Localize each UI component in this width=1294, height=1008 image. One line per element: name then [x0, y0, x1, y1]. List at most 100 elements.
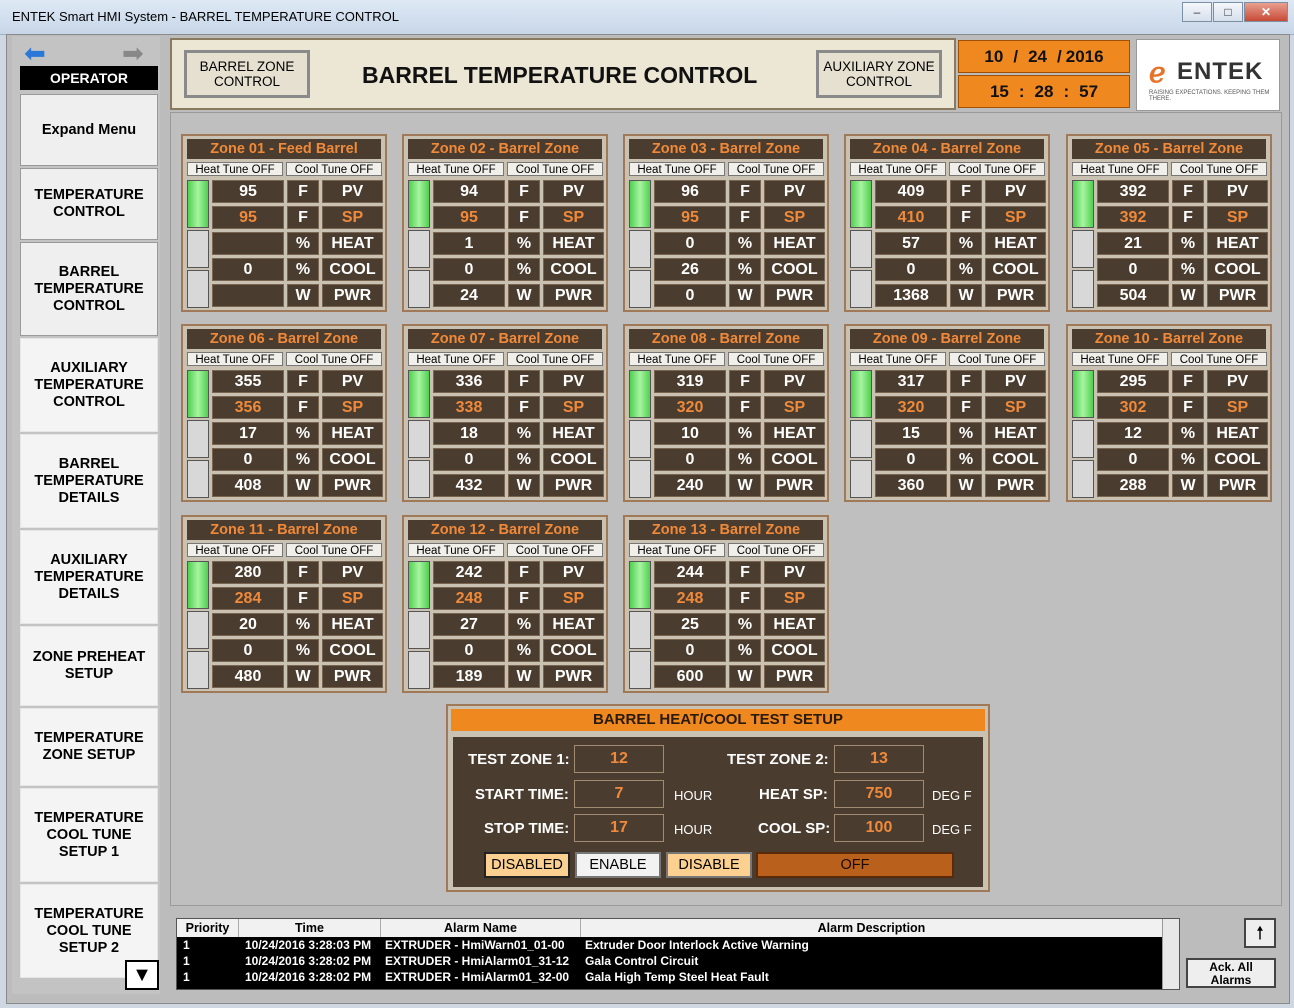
zone-pwr-unit: W [1172, 474, 1204, 497]
sidebar-item-expand-menu[interactable]: Expand Menu [20, 94, 158, 166]
zone-pv-unit: F [1172, 370, 1204, 393]
zone-panel[interactable]: Zone 01 - Feed Barrel Heat Tune OFF Cool T… [181, 134, 387, 312]
zone-pv-label: PV [985, 370, 1046, 393]
cool-tune-status[interactable]: Cool Tune OFF [507, 162, 603, 176]
sidebar-item-barrel-temperature-details[interactable]: BARREL TEMPERATURE DETAILS [20, 434, 158, 528]
back-arrow-icon[interactable]: ⬅ [24, 38, 46, 69]
heat-tune-status[interactable]: Heat Tune OFF [1072, 352, 1168, 366]
zone-pv-label: PV [543, 561, 604, 584]
test-zone-2-input[interactable]: 13 [834, 745, 924, 773]
zone-sp-value[interactable]: 302 [1097, 396, 1169, 419]
cool-sp-input[interactable]: 100 [834, 814, 924, 842]
zone-sp-value[interactable]: 410 [875, 206, 947, 229]
zone-panel[interactable]: Zone 05 - Barrel Zone Heat Tune OFF Cool T… [1066, 134, 1272, 312]
zone-sp-value[interactable]: 248 [654, 587, 726, 610]
sidebar-item-auxiliary-temperature-details[interactable]: AUXILIARY TEMPERATURE DETAILS [20, 530, 158, 624]
zone-sp-value[interactable]: 248 [433, 587, 505, 610]
zone-pv-label: PV [1207, 370, 1268, 393]
cool-tune-status[interactable]: Cool Tune OFF [507, 543, 603, 557]
heat-tune-status[interactable]: Heat Tune OFF [187, 543, 283, 557]
cool-tune-status[interactable]: Cool Tune OFF [949, 162, 1045, 176]
alarm-col-name[interactable]: Alarm Name [381, 919, 581, 937]
zone-panel[interactable]: Zone 12 - Barrel Zone Heat Tune OFF Cool T… [402, 515, 608, 693]
zone-panel[interactable]: Zone 03 - Barrel Zone Heat Tune OFF Cool T… [623, 134, 829, 312]
minimize-button[interactable]: – [1182, 2, 1212, 22]
heat-tune-status[interactable]: Heat Tune OFF [187, 162, 283, 176]
sidebar-item-temperature-zone-setup[interactable]: TEMPERATURE ZONE SETUP [20, 708, 158, 786]
zone-power-indicator [187, 270, 209, 308]
heat-tune-status[interactable]: Heat Tune OFF [408, 162, 504, 176]
auxiliary-zone-control-button[interactable]: AUXILIARY ZONE CONTROL [816, 50, 942, 98]
zone-sp-value[interactable]: 356 [212, 396, 284, 419]
zone-pv-label: PV [764, 180, 825, 203]
disable-button[interactable]: DISABLE [666, 852, 752, 878]
zone-sp-value[interactable]: 95 [433, 206, 505, 229]
cool-tune-status[interactable]: Cool Tune OFF [949, 352, 1045, 366]
zone-panel[interactable]: Zone 06 - Barrel Zone Heat Tune OFF Cool T… [181, 324, 387, 502]
sidebar-item-temperature-control[interactable]: TEMPERATURE CONTROL [20, 168, 158, 240]
sidebar-item-cool-tune-setup-1[interactable]: TEMPERATURE COOL TUNE SETUP 1 [20, 788, 158, 882]
cool-tune-status[interactable]: Cool Tune OFF [286, 352, 382, 366]
sidebar-scroll-down-icon[interactable]: ▼ [125, 960, 159, 990]
cool-tune-status[interactable]: Cool Tune OFF [1171, 352, 1267, 366]
zone-sp-label: SP [764, 206, 825, 229]
zone-power-indicator [408, 460, 430, 498]
alarm-scrollbar[interactable] [1162, 919, 1179, 989]
test-zone-1-input[interactable]: 12 [574, 745, 664, 773]
zone-sp-value[interactable]: 284 [212, 587, 284, 610]
alarm-col-time[interactable]: Time [239, 919, 381, 937]
alarm-row[interactable]: 1 10/24/2016 3:28:02 PM EXTRUDER - HmiAl… [177, 970, 1162, 986]
alarm-col-description[interactable]: Alarm Description [581, 919, 1163, 937]
heat-tune-status[interactable]: Heat Tune OFF [850, 352, 946, 366]
stop-time-input[interactable]: 17 [574, 814, 664, 842]
zone-sp-value[interactable]: 392 [1097, 206, 1169, 229]
cool-tune-status[interactable]: Cool Tune OFF [286, 543, 382, 557]
forward-arrow-icon[interactable]: ➡ [122, 38, 144, 69]
cool-tune-status[interactable]: Cool Tune OFF [1171, 162, 1267, 176]
zone-cool-unit: % [508, 639, 540, 662]
heat-sp-input[interactable]: 750 [834, 780, 924, 808]
heat-tune-status[interactable]: Heat Tune OFF [408, 352, 504, 366]
zone-panel[interactable]: Zone 07 - Barrel Zone Heat Tune OFF Cool T… [402, 324, 608, 502]
sidebar-item-barrel-temperature-control[interactable]: BARREL TEMPERATURE CONTROL [20, 242, 158, 336]
heat-tune-status[interactable]: Heat Tune OFF [850, 162, 946, 176]
ack-all-alarms-button[interactable]: Ack. All Alarms [1186, 958, 1276, 988]
zone-sp-value[interactable]: 320 [654, 396, 726, 419]
alarm-row[interactable]: 1 10/24/2016 3:28:02 PM EXTRUDER - HmiAl… [177, 954, 1162, 970]
start-time-input[interactable]: 7 [574, 780, 664, 808]
zone-sp-value[interactable]: 338 [433, 396, 505, 419]
heat-tune-status[interactable]: Heat Tune OFF [187, 352, 283, 366]
cool-tune-status[interactable]: Cool Tune OFF [286, 162, 382, 176]
scroll-top-arrow-icon[interactable]: 🠕 [1244, 918, 1276, 948]
zone-panel[interactable]: Zone 11 - Barrel Zone Heat Tune OFF Cool T… [181, 515, 387, 693]
zone-heat-unit: % [508, 422, 540, 445]
sidebar-item-zone-preheat-setup[interactable]: ZONE PREHEAT SETUP [20, 626, 158, 706]
close-button[interactable]: ✕ [1244, 2, 1288, 22]
heat-tune-status[interactable]: Heat Tune OFF [629, 352, 725, 366]
heat-tune-status[interactable]: Heat Tune OFF [629, 162, 725, 176]
sidebar-item-auxiliary-temperature-control[interactable]: AUXILIARY TEMPERATURE CONTROL [20, 338, 158, 432]
zone-sp-value[interactable]: 320 [875, 396, 947, 419]
cool-tune-status[interactable]: Cool Tune OFF [728, 162, 824, 176]
zone-panel[interactable]: Zone 02 - Barrel Zone Heat Tune OFF Cool T… [402, 134, 608, 312]
page-title: BARREL TEMPERATURE CONTROL [362, 62, 758, 88]
cool-tune-status[interactable]: Cool Tune OFF [728, 543, 824, 557]
cool-tune-status[interactable]: Cool Tune OFF [507, 352, 603, 366]
zone-sp-value[interactable]: 95 [654, 206, 726, 229]
maximize-button[interactable]: □ [1213, 2, 1243, 22]
alarm-col-priority[interactable]: Priority [177, 919, 239, 937]
enable-button[interactable]: ENABLE [575, 852, 661, 878]
zone-panel[interactable]: Zone 08 - Barrel Zone Heat Tune OFF Cool T… [623, 324, 829, 502]
zone-sp-value[interactable]: 95 [212, 206, 284, 229]
zone-panel[interactable]: Zone 09 - Barrel Zone Heat Tune OFF Cool T… [844, 324, 1050, 502]
heat-tune-status[interactable]: Heat Tune OFF [629, 543, 725, 557]
alarm-row[interactable]: 1 10/24/2016 3:28:03 PM EXTRUDER - HmiWa… [177, 938, 1162, 954]
heat-tune-status[interactable]: Heat Tune OFF [408, 543, 504, 557]
cool-tune-status[interactable]: Cool Tune OFF [728, 352, 824, 366]
heat-tune-status[interactable]: Heat Tune OFF [1072, 162, 1168, 176]
barrel-zone-control-button[interactable]: BARREL ZONE CONTROL [184, 50, 310, 98]
zone-power-indicator [1072, 460, 1094, 498]
zone-panel[interactable]: Zone 04 - Barrel Zone Heat Tune OFF Cool T… [844, 134, 1050, 312]
zone-panel[interactable]: Zone 10 - Barrel Zone Heat Tune OFF Cool T… [1066, 324, 1272, 502]
zone-panel[interactable]: Zone 13 - Barrel Zone Heat Tune OFF Cool T… [623, 515, 829, 693]
